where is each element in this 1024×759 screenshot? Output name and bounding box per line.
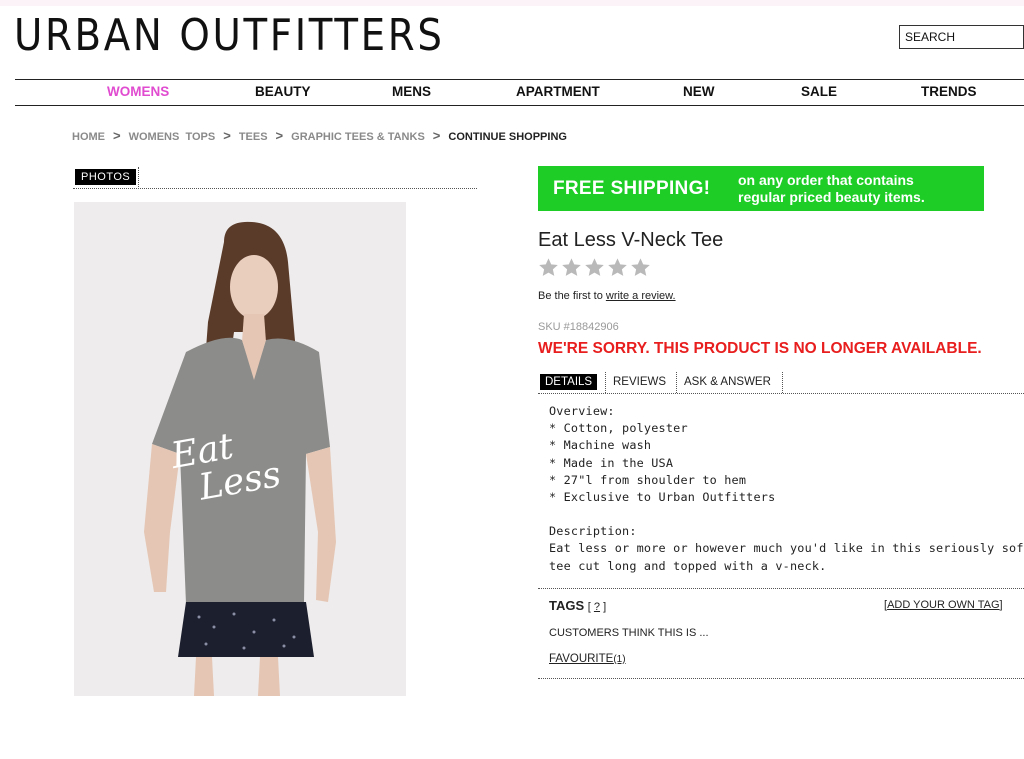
nav-item-new[interactable]: NEW xyxy=(683,84,715,99)
overview-heading: Overview: xyxy=(549,404,615,418)
tags-help-link[interactable]: ? xyxy=(594,601,600,613)
tag-count: (1) xyxy=(613,654,626,665)
tab-reviews[interactable]: REVIEWS xyxy=(608,374,671,390)
star-icon[interactable] xyxy=(630,257,651,278)
detail-bullet: * Machine wash xyxy=(549,438,652,453)
free-shipping-headline: FREE SHIPPING! xyxy=(553,178,711,199)
description-heading: Description: xyxy=(549,524,637,539)
tag-name: FAVOURITE xyxy=(549,653,614,665)
product-photo[interactable]: Eat Less xyxy=(74,202,406,696)
tags-title: TAGS xyxy=(549,598,585,613)
detail-bullet: * Cotton, polyester xyxy=(549,421,688,436)
tag-favourite[interactable]: FAVOURITE(1) xyxy=(549,653,626,665)
tab-divider xyxy=(676,372,677,393)
breadcrumb-separator: > xyxy=(223,128,231,143)
breadcrumb-home[interactable]: HOME xyxy=(72,131,105,143)
nav-item-apartment[interactable]: APARTMENT xyxy=(516,84,600,99)
breadcrumb: HOME > WOMENS TOPS > TEES > GRAPHIC TEES & TAN… xyxy=(72,128,567,143)
main-nav: WOMENS BEAUTY MENS APARTMENT NEW SALE TR… xyxy=(15,79,1024,106)
divider xyxy=(538,678,1024,679)
bracket: [ xyxy=(587,601,591,613)
add-tag: [ADD YOUR OWN TAG] xyxy=(884,599,1003,611)
divider xyxy=(538,588,1024,589)
detail-bullet: * Exclusive to Urban Outfitters xyxy=(549,490,776,505)
nav-item-womens[interactable]: WOMENS xyxy=(107,84,169,99)
product-sku: SKU #18842906 xyxy=(538,321,619,333)
nav-item-beauty[interactable]: BEAUTY xyxy=(255,84,311,99)
tab-ask-answer[interactable]: ASK & ANSWER xyxy=(679,374,776,390)
star-icon[interactable] xyxy=(538,257,559,278)
tab-details[interactable]: DETAILS xyxy=(540,374,598,390)
tab-divider xyxy=(605,372,606,393)
breadcrumb-separator: > xyxy=(432,128,441,143)
first-review-prefix: Be the first to xyxy=(538,290,603,302)
breadcrumb-continue-shopping[interactable]: CONTINUE SHOPPING xyxy=(448,131,567,143)
details-panel: Overview: * Cotton, polyester * Machine … xyxy=(549,403,1024,575)
description-text-line2: tee cut long and topped with a v-neck. xyxy=(549,558,827,573)
product-title: Eat Less V-Neck Tee xyxy=(538,229,724,251)
first-review-text: Be the first to write a review. xyxy=(538,290,676,302)
tab-photos[interactable]: PHOTOS xyxy=(75,169,137,185)
star-icon[interactable] xyxy=(607,257,628,278)
tab-divider xyxy=(138,167,139,187)
breadcrumb-separator: > xyxy=(113,128,121,143)
free-shipping-banner[interactable]: FREE SHIPPING! on any order that contain… xyxy=(538,166,984,211)
breadcrumb-womens[interactable]: WOMENS xyxy=(129,131,180,143)
product-tabs: DETAILS REVIEWS ASK & ANSWER xyxy=(538,372,1024,394)
breadcrumb-tops[interactable]: TOPS xyxy=(185,131,215,143)
unavailable-notice: WE'RE SORRY. THIS PRODUCT IS NO LONGER A… xyxy=(538,340,982,357)
shirt-print: Eat Less xyxy=(168,422,284,511)
bracket: ] xyxy=(999,599,1003,611)
nav-item-trends[interactable]: TRENDS xyxy=(921,84,977,99)
star-icon[interactable] xyxy=(584,257,605,278)
free-shipping-line1: on any order that contains xyxy=(738,172,914,188)
tab-divider xyxy=(782,372,783,393)
nav-item-sale[interactable]: SALE xyxy=(801,84,837,99)
bracket: ] xyxy=(603,601,607,613)
breadcrumb-tees[interactable]: TEES xyxy=(239,131,268,143)
customers-think-label: CUSTOMERS THINK THIS IS ... xyxy=(549,627,709,639)
breadcrumb-separator: > xyxy=(275,128,284,143)
star-icon[interactable] xyxy=(561,257,582,278)
write-review-link[interactable]: write a review. xyxy=(606,290,676,302)
add-your-own-tag-link[interactable]: ADD YOUR OWN TAG xyxy=(887,599,999,611)
search-input[interactable]: SEARCH xyxy=(899,25,1024,49)
free-shipping-line2: regular priced beauty items. xyxy=(738,189,925,205)
tags-heading: TAGS [ ? ] xyxy=(549,598,606,613)
description-text-line1: Eat less or more or however much you'd l… xyxy=(549,541,1024,556)
breadcrumb-graphic-tees[interactable]: GRAPHIC TEES & TANKS xyxy=(291,131,425,143)
top-strip xyxy=(0,0,1024,6)
detail-bullet: * 27"l from shoulder to hem xyxy=(549,472,747,487)
photos-tabbar: PHOTOS xyxy=(73,167,477,189)
nav-item-mens[interactable]: MENS xyxy=(392,84,431,99)
brand-logo[interactable]: URBAN OUTFITTERS xyxy=(14,12,445,60)
tags-help: [ ? ] xyxy=(588,601,606,613)
free-shipping-details: on any order that contains regular price… xyxy=(738,172,925,206)
detail-bullet: * Made in the USA xyxy=(549,455,674,470)
rating-stars[interactable] xyxy=(538,257,651,278)
